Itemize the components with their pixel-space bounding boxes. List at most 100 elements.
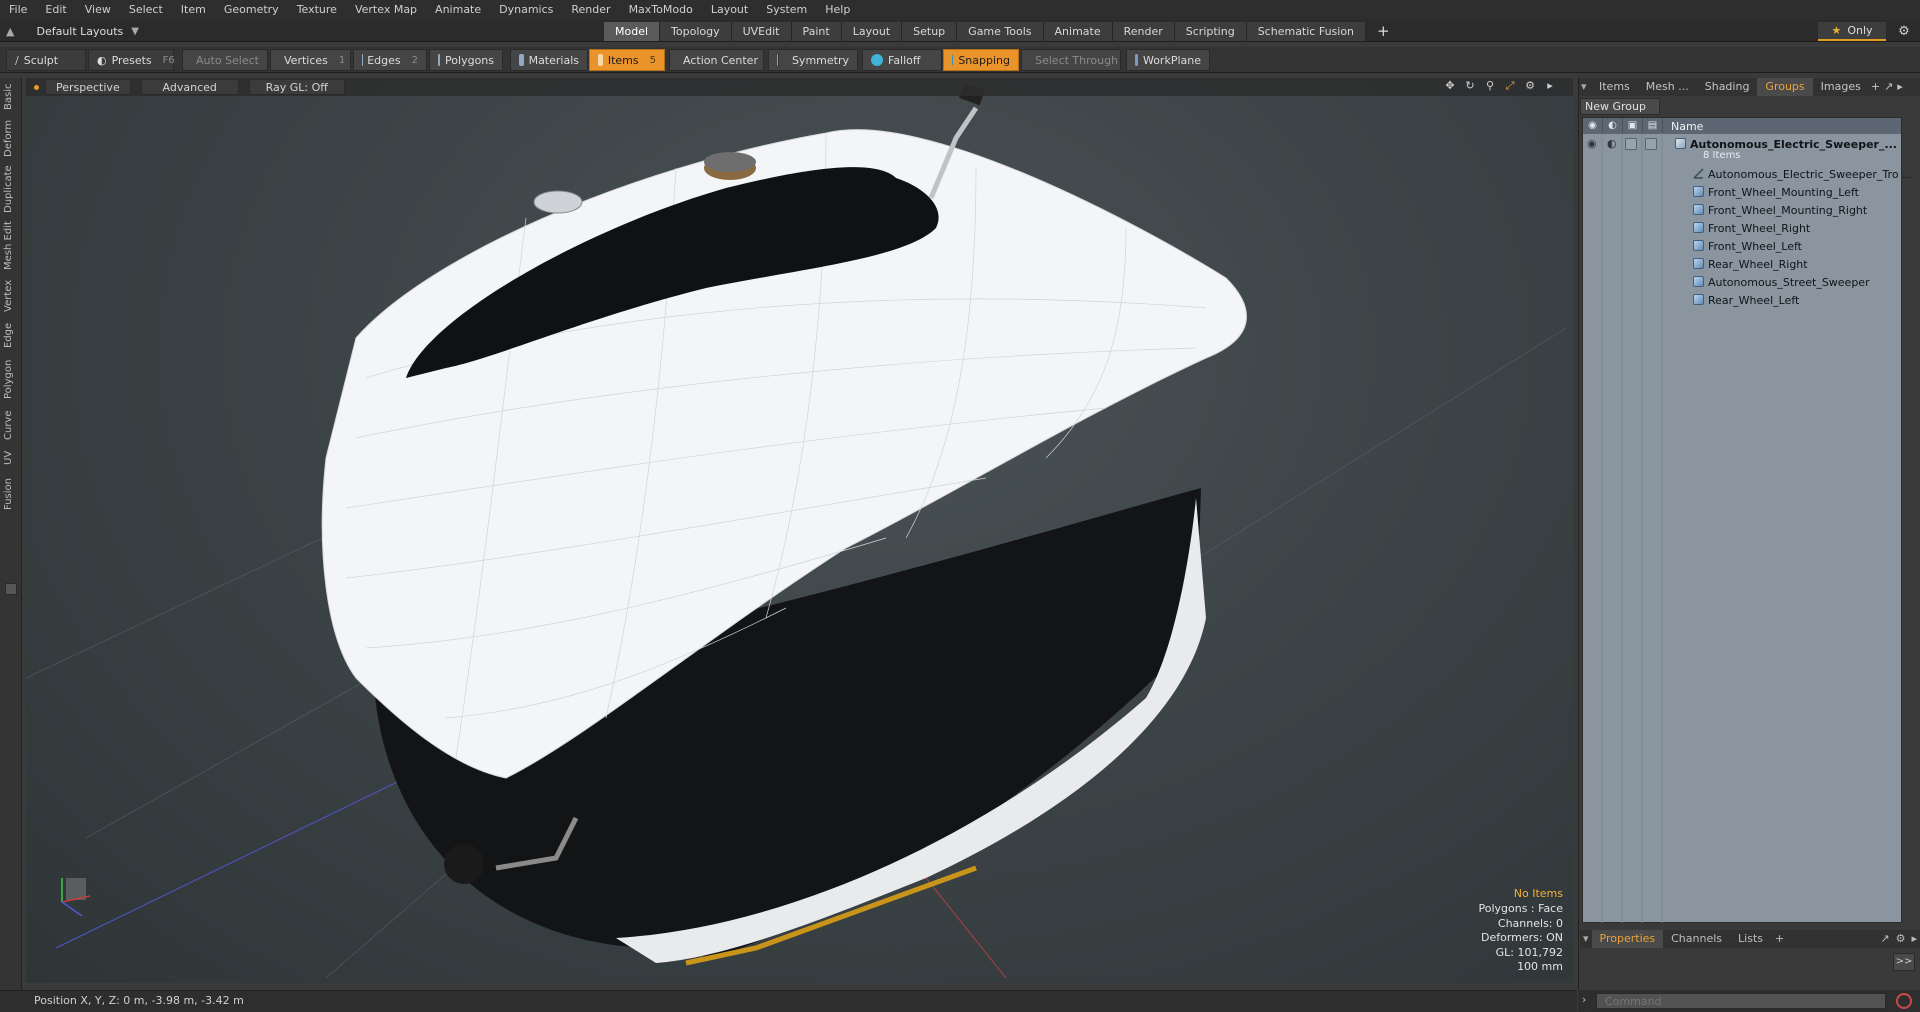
menu-dynamics[interactable]: Dynamics — [490, 0, 562, 20]
visibility-col-icon[interactable]: ◉ — [1583, 118, 1603, 134]
shading-dropdown[interactable]: Advanced — [140, 79, 239, 95]
add-bottom-tab-icon[interactable]: + — [1771, 930, 1788, 948]
tooltab-deform[interactable]: Deform — [3, 118, 19, 158]
list-item[interactable]: Front_Wheel_Mounting_Right — [1583, 202, 1901, 220]
presets-button[interactable]: ◐ Presets F6 — [88, 49, 175, 71]
only-toggle[interactable]: ★ Only — [1818, 22, 1886, 41]
select-checkbox[interactable] — [1645, 138, 1657, 150]
fit-view-icon[interactable]: ⤢ — [1503, 79, 1517, 93]
menu-texture[interactable]: Texture — [288, 0, 346, 20]
tab-render[interactable]: Render — [1112, 22, 1175, 41]
workplane-button[interactable]: WorkPlane — [1126, 49, 1210, 71]
auto-select-button[interactable]: Auto Select — [182, 49, 268, 71]
tab-game-tools[interactable]: Game Tools — [957, 22, 1044, 41]
tooltab-vertex[interactable]: Vertex — [3, 278, 19, 314]
menu-view[interactable]: View — [76, 0, 120, 20]
list-item[interactable]: Front_Wheel_Mounting_Left — [1583, 184, 1901, 202]
tab-images[interactable]: Images — [1813, 78, 1869, 96]
menu-edit[interactable]: Edit — [36, 0, 75, 20]
lock-checkbox[interactable] — [1625, 138, 1637, 150]
select-through-button[interactable]: Select Through — [1021, 49, 1121, 71]
tab-shading[interactable]: Shading — [1697, 78, 1758, 96]
list-item[interactable]: Rear_Wheel_Right — [1583, 256, 1901, 274]
menu-system[interactable]: System — [757, 0, 816, 20]
tooltab-uv[interactable]: UV — [3, 448, 19, 468]
menu-help[interactable]: Help — [816, 0, 859, 20]
tab-layout[interactable]: Layout — [841, 22, 903, 41]
menu-select[interactable]: Select — [120, 0, 172, 20]
bottom-arrow-icon[interactable]: ▸ — [1908, 930, 1920, 948]
rotate-view-icon[interactable]: ↻ — [1463, 79, 1477, 93]
name-column-header[interactable]: Name — [1663, 120, 1703, 133]
add-panel-tab-icon[interactable]: + — [1869, 78, 1882, 96]
edges-button[interactable]: Edges 2 — [353, 49, 427, 71]
tab-topology[interactable]: Topology — [660, 22, 732, 41]
collapse-icon[interactable]: ▲ — [6, 25, 14, 38]
panel-menu-icon[interactable]: ▾ — [1579, 78, 1591, 96]
menu-maxtomodo[interactable]: MaxToModo — [620, 0, 702, 20]
tab-items[interactable]: Items — [1591, 78, 1638, 96]
move-view-icon[interactable]: ✥ — [1443, 79, 1457, 93]
tab-animate[interactable]: Animate — [1043, 22, 1113, 41]
bottom-panel-menu-icon[interactable]: ▾ — [1580, 930, 1592, 948]
expand-properties-button[interactable]: >> — [1893, 953, 1915, 971]
items-button[interactable]: Items 5 — [589, 49, 665, 71]
tooltab-duplicate[interactable]: Duplicate — [3, 164, 19, 214]
3d-viewport[interactable]: Perspective Advanced Ray GL: Off ✥ ↻ ⚲ ⤢… — [26, 78, 1573, 983]
list-item[interactable]: Front_Wheel_Left — [1583, 238, 1901, 256]
symmetry-button[interactable]: Symmetry — [768, 49, 858, 71]
menu-geometry[interactable]: Geometry — [215, 0, 288, 20]
tab-groups[interactable]: Groups — [1757, 78, 1813, 96]
polygons-button[interactable]: Polygons — [429, 49, 503, 71]
menu-render[interactable]: Render — [562, 0, 619, 20]
tab-uvedit[interactable]: UVEdit — [731, 22, 792, 41]
tab-schematic-fusion[interactable]: Schematic Fusion — [1246, 22, 1367, 41]
tab-scripting[interactable]: Scripting — [1174, 22, 1247, 41]
tab-setup[interactable]: Setup — [902, 22, 958, 41]
list-item[interactable]: Autonomous_Street_Sweeper — [1583, 274, 1901, 292]
snapping-button[interactable]: Snapping — [943, 49, 1019, 71]
zoom-view-icon[interactable]: ⚲ — [1483, 79, 1497, 93]
play-arrow-icon[interactable]: ▸ — [1543, 79, 1557, 93]
tooltab-basic[interactable]: Basic — [3, 82, 19, 112]
command-input[interactable] — [1596, 993, 1886, 1009]
list-item[interactable]: Rear_Wheel_Left — [1583, 292, 1901, 310]
raygl-toggle[interactable]: Ray GL: Off — [248, 79, 345, 95]
action-center-button[interactable]: Action Center — [669, 49, 764, 71]
tab-model[interactable]: Model — [604, 22, 661, 41]
layouts-dropdown[interactable]: ▲ Default Layouts ▼ — [6, 22, 139, 40]
tab-mesh[interactable]: Mesh ... — [1638, 78, 1697, 96]
menu-layout[interactable]: Layout — [702, 0, 757, 20]
add-tab-button[interactable]: + — [1366, 22, 1390, 41]
maximize-bottom-icon[interactable]: ↗ — [1877, 930, 1892, 948]
stop-icon[interactable] — [1896, 993, 1912, 1009]
tab-paint[interactable]: Paint — [791, 22, 842, 41]
vertices-button[interactable]: Vertices 1 — [270, 49, 351, 71]
tooltab-edge[interactable]: Edge — [3, 320, 19, 350]
menu-file[interactable]: File — [0, 0, 36, 20]
menu-vertex-map[interactable]: Vertex Map — [346, 0, 426, 20]
viewport-settings-icon[interactable]: ⚙ — [1523, 79, 1537, 93]
render-col-icon[interactable]: ◐ — [1603, 118, 1623, 134]
gear-icon[interactable]: ⚙ — [1894, 22, 1914, 41]
materials-button[interactable]: Materials — [510, 49, 588, 71]
render-icon[interactable]: ◐ — [1607, 137, 1617, 150]
lock-col-icon[interactable]: ▣ — [1623, 118, 1643, 134]
tab-lists[interactable]: Lists — [1730, 930, 1771, 948]
view-type-dropdown[interactable]: Perspective — [45, 79, 131, 95]
sculpt-button[interactable]: ∕ Sculpt — [6, 49, 86, 71]
menu-animate[interactable]: Animate — [426, 0, 490, 20]
tab-channels[interactable]: Channels — [1663, 930, 1730, 948]
tooltab-polygon[interactable]: Polygon — [3, 356, 19, 402]
select-col-icon[interactable]: ▤ — [1643, 118, 1663, 134]
list-item[interactable]: Autonomous_Electric_Sweeper_Tro ... — [1583, 166, 1913, 184]
tool-tabs-option-button[interactable] — [5, 583, 17, 595]
tooltab-mesh-edit[interactable]: Mesh Edit — [3, 220, 19, 272]
tab-properties[interactable]: Properties — [1591, 930, 1664, 948]
panel-arrow-icon[interactable]: ▸ — [1895, 78, 1905, 96]
bottom-gear-icon[interactable]: ⚙ — [1893, 930, 1909, 948]
maximize-panel-icon[interactable]: ↗ — [1882, 78, 1895, 96]
eye-icon[interactable]: ◉ — [1587, 137, 1597, 150]
menu-item[interactable]: Item — [172, 0, 215, 20]
tooltab-curve[interactable]: Curve — [3, 408, 19, 442]
